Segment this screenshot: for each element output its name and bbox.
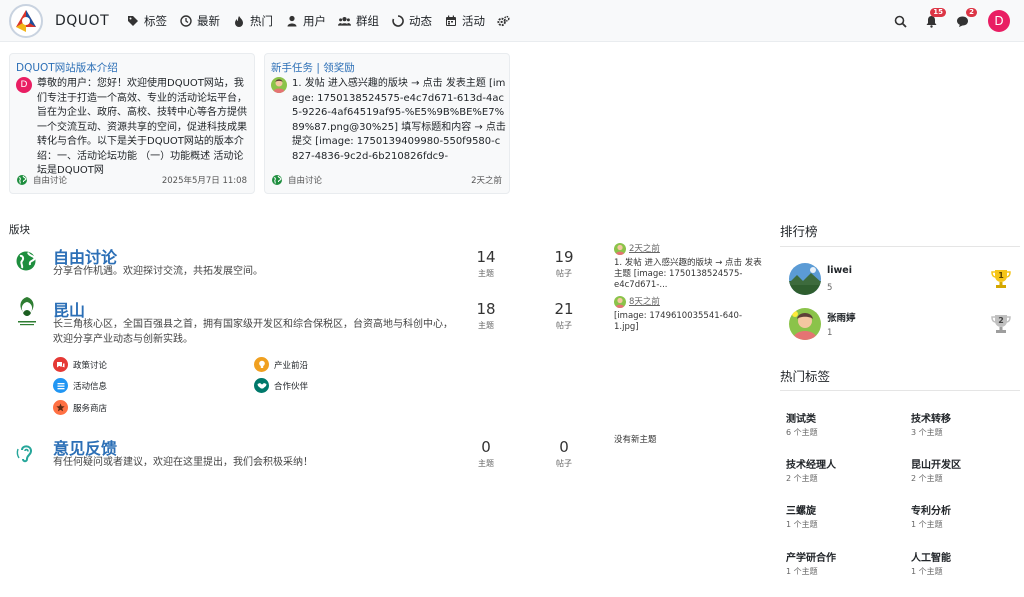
nav-tags-label: 标签 (144, 14, 167, 28)
subcategory-store[interactable]: 服务商店 (53, 400, 107, 415)
leaderboard-username[interactable]: liwei (827, 265, 852, 276)
users-icon (338, 15, 351, 28)
notifications-badge: 15 (930, 8, 946, 17)
nav-groups[interactable]: 群组 (338, 0, 379, 42)
nav-tags[interactable]: 标签 (126, 0, 167, 42)
avatar[interactable] (614, 296, 626, 308)
gold-trophy-icon: 1 (990, 268, 1012, 290)
comments-icon (53, 357, 68, 372)
cogs-icon (497, 15, 510, 28)
calendar-icon (444, 15, 457, 28)
leaderboard-username[interactable]: 张雨婷 (827, 310, 856, 324)
card-timestamp[interactable]: 2025年5月7日 11:08 (162, 174, 247, 186)
post-count: 0 帖子 (556, 438, 572, 468)
globe-icon (272, 175, 282, 185)
card-title[interactable]: 新手任务 | 领奖励 (271, 60, 355, 75)
card-excerpt: 1. 发帖 进入感兴趣的版块 → 点击 发表主题 [image: 1750138… (292, 78, 506, 162)
nav-users-label: 用户 (303, 14, 326, 28)
divider (780, 390, 1020, 391)
avatar[interactable] (614, 243, 626, 255)
globe-icon (17, 175, 27, 185)
nav-events-label: 活动 (462, 14, 485, 28)
silver-trophy-icon: 2 (990, 313, 1012, 335)
card-category[interactable]: 自由讨论 (272, 174, 322, 186)
category-description: 长三角核心区，全国百强县之首，拥有国家级开发区和综合保税区，台资高地与科创中心，… (53, 319, 453, 345)
nav-recent[interactable]: 最新 (179, 0, 220, 42)
card-title[interactable]: DQUOT网站版本介绍 (16, 60, 118, 75)
notifications-button[interactable]: 15 (922, 8, 946, 30)
user-icon (285, 15, 298, 28)
brand-logo[interactable] (9, 4, 43, 38)
search-icon (894, 15, 907, 28)
avatar[interactable]: D (16, 77, 32, 93)
subcategory-events[interactable]: 活动信息 (53, 378, 107, 393)
avatar[interactable] (789, 263, 821, 295)
category-description: 有任何疑问或者建议，欢迎在这里提出，我们会积极采纳！ (53, 457, 313, 468)
handshake-icon (254, 378, 269, 393)
tags-icon (126, 15, 139, 28)
topic-count: 18 主题 (476, 300, 496, 330)
nav-events[interactable]: 活动 (444, 0, 485, 42)
subcategory-industry[interactable]: 产业前沿 (254, 357, 308, 372)
trophy-rank: 1 (998, 271, 1004, 280)
leaderboard-score: 1 (827, 328, 833, 338)
list-icon (53, 378, 68, 393)
card-category-label: 自由讨论 (288, 176, 323, 186)
brand-name[interactable]: DQUOT (55, 13, 109, 29)
hot-tags-title: 热门标签 (780, 369, 831, 384)
topic-count: 14 主题 (476, 248, 496, 278)
card-category[interactable]: 自由讨论 (17, 174, 67, 186)
avatar[interactable] (789, 308, 821, 340)
globe-icon[interactable] (14, 249, 38, 273)
avatar-image (271, 77, 287, 93)
nav-popular-label: 热门 (250, 14, 273, 28)
chats-button[interactable]: 2 (953, 8, 977, 30)
search-button[interactable] (891, 12, 909, 30)
user-avatar-button[interactable]: D (988, 10, 1010, 32)
categories-heading: 版块 (9, 224, 30, 236)
subcategory-partners[interactable]: 合作伙伴 (254, 378, 308, 393)
divider (780, 246, 1020, 247)
latest-post-time[interactable]: 8天之前 (629, 297, 660, 308)
pinned-topic-card[interactable]: DQUOT网站版本介绍 D 尊敬的用户：您好！欢迎使用DQUOT网站，我们专注于… (9, 53, 255, 194)
post-count: 21 帖子 (554, 300, 574, 330)
ear-icon[interactable] (14, 441, 38, 465)
trophy-rank: 2 (998, 316, 1004, 325)
pinned-topic-card[interactable]: 新手任务 | 领奖励 1. 发帖 进入感兴趣的版块 → 点击 发表主题 [ima… (264, 53, 510, 194)
nav-activity[interactable]: 动态 (391, 0, 432, 42)
clock-icon (179, 15, 192, 28)
nav-admin[interactable] (497, 0, 515, 42)
subcategory-policy[interactable]: 政策讨论 (53, 357, 107, 372)
nav-groups-label: 群组 (356, 14, 379, 28)
latest-post[interactable]: 8天之前 [image: 1749610035541-640-1.jpg] (614, 296, 766, 333)
latest-post[interactable]: 2天之前 1. 发帖 进入感兴趣的版块 → 点击 发表主题 [image: 17… (614, 243, 766, 291)
latest-post-empty: 没有新主题 (614, 435, 657, 445)
chats-badge: 2 (966, 8, 977, 17)
comment-icon (956, 16, 968, 27)
latest-post-excerpt: 1. 发帖 进入感兴趣的版块 → 点击 发表主题 [image: 1750138… (614, 258, 762, 290)
nav-popular[interactable]: 热门 (232, 0, 273, 42)
nav-users[interactable]: 用户 (285, 0, 326, 42)
top-navbar: DQUOT 标签 最新 热门 用户 群组 动态 活动 15 2 D (0, 0, 1024, 42)
avatar[interactable] (271, 77, 287, 93)
nav-activity-label: 动态 (409, 14, 432, 28)
leaderboard-title: 排行榜 (780, 224, 818, 239)
star-icon (53, 400, 68, 415)
circle-notch-icon (391, 15, 404, 28)
latest-post-time[interactable]: 2天之前 (629, 244, 660, 255)
nav-recent-label: 最新 (197, 14, 220, 28)
post-count: 19 帖子 (554, 248, 574, 278)
card-category-label: 自由讨论 (33, 176, 68, 186)
kunshan-logo-icon[interactable] (14, 295, 40, 329)
lightbulb-icon (254, 357, 269, 372)
card-timestamp[interactable]: 2天之前 (471, 174, 502, 186)
topic-count: 0 主题 (478, 438, 494, 468)
leaderboard-score: 5 (827, 283, 833, 293)
category-description: 分享合作机遇。欢迎探讨交流，共拓发展空间。 (53, 266, 263, 277)
card-excerpt: 尊敬的用户：您好！欢迎使用DQUOT网站，我们专注于打造一个高效、专业的活动论坛… (37, 78, 247, 176)
fire-icon (232, 15, 245, 28)
latest-post-excerpt: [image: 1749610035541-640-1.jpg] (614, 311, 743, 332)
